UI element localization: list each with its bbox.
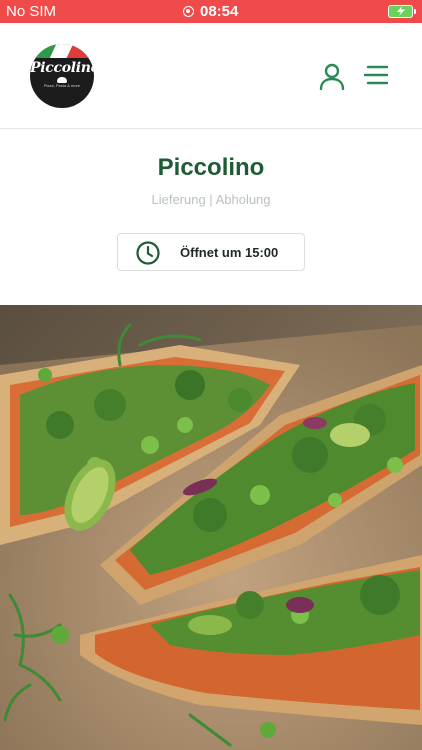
opening-label: Öffnet um 15:00: [180, 245, 279, 260]
opening-hours-badge[interactable]: Öffnet um 15:00: [117, 233, 305, 271]
status-center: 08:54: [183, 3, 238, 20]
logo-text: Piccolino: [30, 60, 94, 76]
clock-icon: [136, 241, 160, 265]
logo[interactable]: Piccolino Pizza, Pasta & more: [30, 44, 94, 108]
screen-record-icon: [183, 6, 194, 17]
restaurant-name: Piccolino: [157, 154, 265, 181]
restaurant-info: Piccolino Lieferung | Abholung Öffnet um…: [0, 130, 422, 305]
pizza-photo: [0, 305, 422, 750]
service-modes: Lieferung | Abholung: [151, 192, 271, 207]
app-header: Piccolino Pizza, Pasta & more: [0, 23, 422, 129]
battery-icon: [388, 5, 416, 18]
user-button[interactable]: [319, 62, 345, 91]
status-time: 08:54: [200, 3, 239, 20]
status-bar: No SIM 08:54: [0, 0, 422, 23]
menu-button[interactable]: [363, 64, 389, 86]
menu-icon: [363, 65, 389, 85]
carrier-label: No SIM: [6, 3, 57, 20]
logo-tagline: Pizza, Pasta & more: [43, 83, 81, 88]
logo-flag: [30, 44, 94, 58]
user-icon: [319, 63, 345, 91]
